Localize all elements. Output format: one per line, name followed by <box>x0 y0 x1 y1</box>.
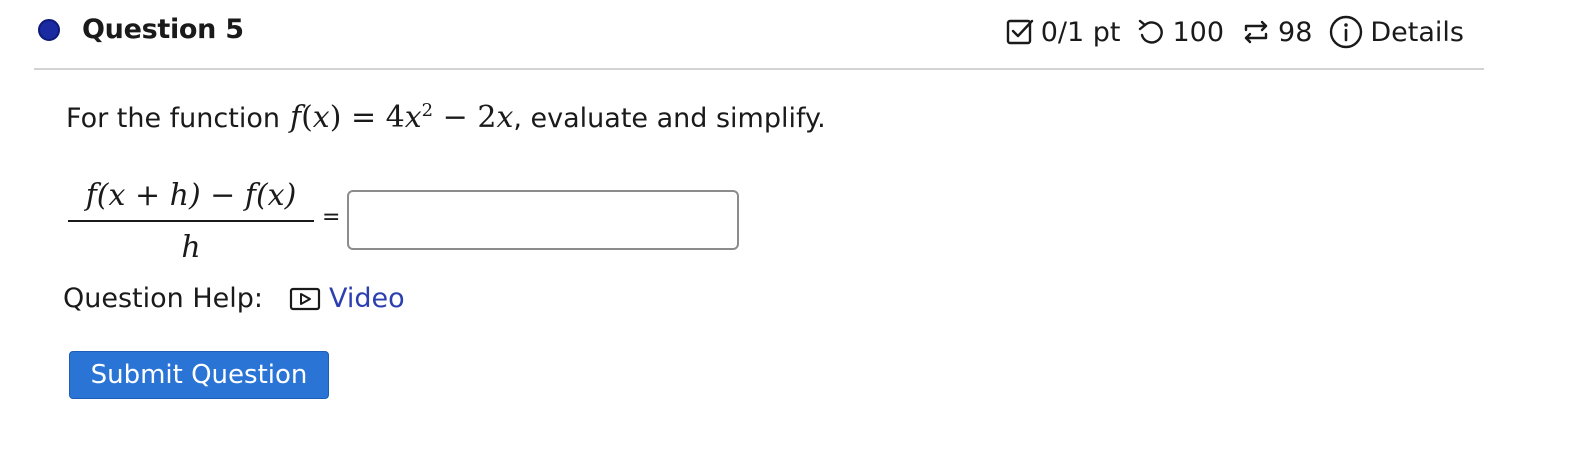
checkbox-icon <box>1005 17 1035 47</box>
undo-icon <box>1136 17 1166 47</box>
video-link[interactable]: Video <box>289 283 405 314</box>
attempts-value: 100 <box>1172 16 1225 48</box>
video-label: Video <box>329 283 405 314</box>
details-button[interactable]: Details <box>1328 14 1464 50</box>
answer-input[interactable] <box>347 190 739 250</box>
play-icon <box>289 286 321 312</box>
equals-sign: = <box>322 205 341 230</box>
retries-value: 98 <box>1278 16 1313 48</box>
fraction-numerator: f(x + h) − f(x) <box>85 178 297 213</box>
points-value: 0/1 pt <box>1040 16 1121 48</box>
fraction-bar <box>68 220 314 222</box>
submit-question-button[interactable]: Submit Question <box>69 351 329 399</box>
question-help: Question Help: Video <box>63 283 405 314</box>
prompt-tail: , evaluate and simplify. <box>513 103 826 134</box>
question-help-label: Question Help: <box>63 283 263 314</box>
info-icon <box>1328 14 1364 50</box>
question-status-dot <box>38 19 60 41</box>
details-label: Details <box>1370 16 1464 48</box>
prompt-lead: For the function <box>66 103 280 134</box>
function-expression: f(x) = 4x2 − 2x <box>289 100 514 135</box>
question-header: Question 5 0/1 pt 100 98 Details <box>34 0 1484 70</box>
difference-quotient: f(x + h) − f(x) h <box>68 176 314 268</box>
fraction-denominator: h <box>181 230 201 265</box>
question-title: Question 5 <box>82 14 244 45</box>
repeat-icon <box>1240 17 1272 47</box>
question-meta: 0/1 pt 100 98 Details <box>1005 14 1464 50</box>
question-prompt: For the function f(x) = 4x2 − 2x , evalu… <box>66 100 826 135</box>
